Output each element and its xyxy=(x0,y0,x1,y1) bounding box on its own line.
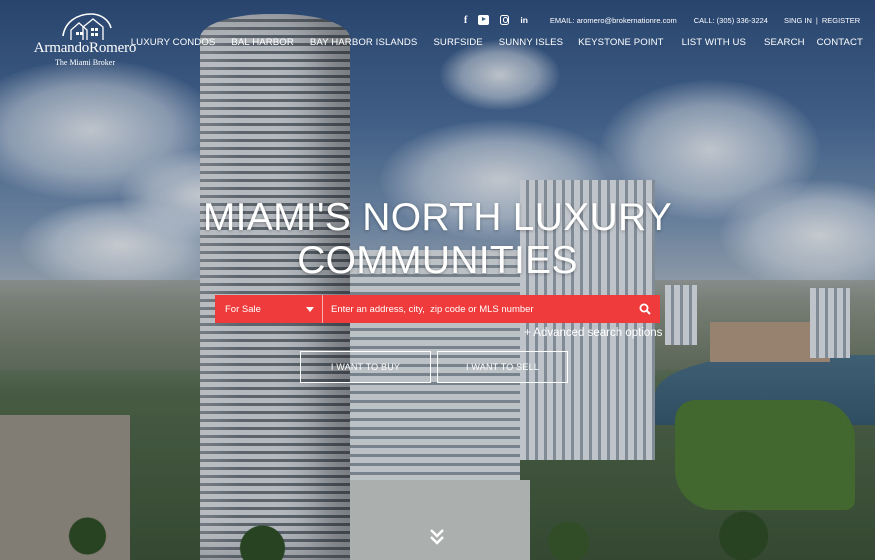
nav-item-luxury-condos[interactable]: LUXURY CONDOS xyxy=(131,37,216,48)
main-nav: LUXURY CONDOS BAL HARBOR BAY HARBOR ISLA… xyxy=(131,37,863,48)
advanced-search-link[interactable]: + Advanced search options xyxy=(524,327,662,339)
nav-item-list-with-us[interactable]: LIST WITH US xyxy=(682,37,746,48)
want-to-buy-button[interactable]: I WANT TO BUY xyxy=(300,351,431,383)
email-link[interactable]: EMAIL: aromero@brokernationre.com xyxy=(550,16,677,25)
house-roof-logo-icon xyxy=(62,13,112,40)
nav-item-keystone-point[interactable]: KEYSTONE POINT xyxy=(578,37,663,48)
nav-item-bay-harbor-islands[interactable]: BAY HARBOR ISLANDS xyxy=(310,37,418,48)
linkedin-icon[interactable]: in xyxy=(520,15,528,25)
sign-in-link[interactable]: SING IN xyxy=(784,16,812,25)
hero-title-line-1: MIAMI'S NORTH LUXURY xyxy=(202,196,673,239)
nav-item-bal-harbor[interactable]: BAL HARBOR xyxy=(231,37,294,48)
site-logo[interactable]: ArmandoRomero The Miami Broker xyxy=(24,12,146,70)
property-search-bar: For Sale xyxy=(215,295,660,323)
instagram-icon[interactable] xyxy=(500,15,510,25)
top-contact-bar: f in EMAIL: aromero@brokernationre.com C… xyxy=(464,13,863,27)
separator: | xyxy=(815,15,818,25)
facebook-icon[interactable]: f xyxy=(464,15,467,26)
search-icon xyxy=(639,303,651,315)
search-input[interactable] xyxy=(323,295,630,323)
brand-name: ArmandoRomero xyxy=(33,40,137,56)
nav-item-contact[interactable]: CONTACT xyxy=(817,37,863,48)
social-links: f in xyxy=(464,15,528,26)
nav-item-surfside[interactable]: SURFSIDE xyxy=(433,37,482,48)
nav-item-sunny-isles[interactable]: SUNNY ISLES xyxy=(499,37,563,48)
search-button[interactable] xyxy=(630,295,660,323)
listing-type-select[interactable]: For Sale xyxy=(215,295,323,323)
nav-item-search[interactable]: SEARCH xyxy=(764,37,805,48)
listing-type-value: For Sale xyxy=(225,303,261,315)
chevron-down-icon xyxy=(306,306,314,312)
phone-link[interactable]: CALL: (305) 336-3224 xyxy=(694,16,768,25)
register-link[interactable]: REGISTER xyxy=(822,16,860,25)
hero-title-line-2: COMMUNITIES xyxy=(297,239,578,282)
want-to-sell-button[interactable]: I WANT TO SELL xyxy=(437,351,568,383)
youtube-icon[interactable] xyxy=(478,15,490,25)
brand-tagline: The Miami Broker xyxy=(55,58,115,67)
double-chevron-down-icon[interactable] xyxy=(428,528,446,546)
hero-title: MIAMI'S NORTH LUXURY COMMUNITIES xyxy=(0,196,875,282)
